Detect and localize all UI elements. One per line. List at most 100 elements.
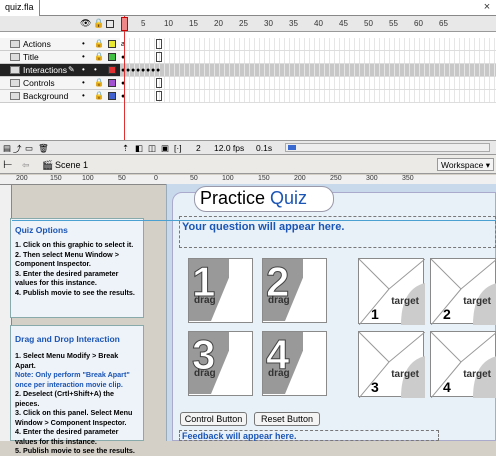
layer-color-swatch[interactable]: [108, 66, 116, 74]
quiz-title: Practice Quiz: [200, 188, 307, 209]
edit-multiple-icon[interactable]: ▣: [161, 143, 169, 154]
end-frame[interactable]: [156, 78, 162, 88]
layer-interactions[interactable]: Interactions ✎ • •: [0, 64, 120, 77]
close-icon[interactable]: ×: [481, 1, 493, 13]
ruler-label: 50: [190, 175, 198, 182]
keyframe[interactable]: ●: [131, 67, 135, 74]
timeline-toggle-icon[interactable]: ⊢: [3, 158, 13, 171]
ruler-tick: 65: [439, 19, 448, 28]
layer-frames[interactable]: a: [120, 38, 496, 51]
layer-title[interactable]: Title • 🔒: [0, 51, 120, 64]
drag-item-2[interactable]: 2 drag: [262, 258, 327, 323]
onion-outline-icon[interactable]: ◫: [148, 143, 156, 154]
control-button[interactable]: Control Button: [180, 412, 247, 426]
frame-rate[interactable]: 12.0 fps: [214, 143, 244, 153]
target-shape-icon: [359, 332, 425, 398]
ruler-label: 300: [366, 175, 378, 182]
target-number: 2: [443, 306, 451, 322]
end-frame[interactable]: [156, 52, 162, 62]
back-arrow-icon[interactable]: ⇦: [22, 160, 30, 171]
ruler-tick: 5: [141, 19, 146, 28]
drag-item-3[interactable]: 3 drag: [188, 331, 253, 396]
edit-bar: ⊢ ⇦ 🎬 Scene 1 Workspace ▾: [0, 154, 496, 174]
keyframe[interactable]: ●: [156, 67, 160, 74]
lock-dot[interactable]: •: [94, 65, 97, 74]
feedback-text: Feedback will appear here.: [182, 431, 297, 441]
layer-frames[interactable]: ● ● ● ● ● ● ● ●: [120, 64, 496, 77]
delete-layer-icon[interactable]: 🗑: [38, 143, 49, 154]
target-1[interactable]: target 1: [358, 258, 425, 325]
playhead-handle[interactable]: [121, 17, 128, 31]
layer-background[interactable]: Background • 🔒: [0, 90, 120, 103]
visibility-dot[interactable]: •: [82, 39, 85, 48]
keyframe[interactable]: ●: [141, 67, 145, 74]
panel-title: Drag and Drop Interaction: [15, 334, 120, 344]
target-3[interactable]: target 3: [358, 331, 425, 398]
ruler-tick: 40: [314, 19, 323, 28]
lock-icon[interactable]: 🔒: [94, 91, 104, 100]
eye-icon[interactable]: 👁: [80, 19, 91, 28]
insert-folder-icon[interactable]: ▭: [25, 143, 33, 154]
target-number: 1: [371, 306, 379, 322]
reset-button[interactable]: Reset Button: [254, 412, 320, 426]
ruler-tick: 60: [414, 19, 423, 28]
visibility-dot[interactable]: •: [82, 65, 85, 74]
quiz-options-panel[interactable]: Quiz Options 1. Click on this graphic to…: [10, 218, 144, 318]
timeline-header: 👁 🔒 1 5 10 15 20 25 30 35 40 45 50 55 60…: [0, 16, 496, 32]
lock-icon[interactable]: 🔒: [93, 19, 104, 28]
scene-name[interactable]: Scene 1: [55, 160, 88, 170]
lock-icon[interactable]: 🔒: [94, 78, 104, 87]
drag-item-4[interactable]: 4 drag: [262, 331, 327, 396]
title-text-highlight: Quiz: [270, 188, 308, 208]
visibility-dot[interactable]: •: [82, 52, 85, 61]
layer-actions[interactable]: Actions • 🔒: [0, 38, 120, 51]
keyframe[interactable]: ●: [126, 67, 130, 74]
target-2[interactable]: target 2: [430, 258, 496, 325]
keyframe[interactable]: ●: [146, 67, 150, 74]
layer-name: Actions: [23, 39, 51, 49]
ruler-label: 150: [258, 175, 270, 182]
center-frame-icon[interactable]: ⇡: [122, 143, 129, 154]
keyframe[interactable]: ●: [136, 67, 140, 74]
document-tab[interactable]: quiz.fla: [0, 0, 40, 16]
ruler-tick: 30: [264, 19, 273, 28]
end-frame[interactable]: [156, 39, 162, 49]
visibility-dot[interactable]: •: [82, 78, 85, 87]
target-4[interactable]: target 4: [430, 331, 496, 398]
layer-frames[interactable]: ●: [120, 90, 496, 103]
scroll-left-arrow[interactable]: [288, 145, 296, 150]
question-field[interactable]: Your question will appear here.: [179, 216, 496, 248]
layer-frames[interactable]: ●: [120, 77, 496, 90]
title-text: Practice: [200, 188, 271, 208]
layer-controls[interactable]: Controls • 🔒: [0, 77, 120, 90]
lock-icon[interactable]: 🔒: [94, 52, 104, 61]
layer-color-swatch[interactable]: [108, 79, 116, 87]
onion-skin-icon[interactable]: ◧: [135, 143, 143, 154]
ruler-label: 50: [118, 175, 126, 182]
layer-frames[interactable]: ●: [120, 51, 496, 64]
layer-color-swatch[interactable]: [108, 40, 116, 48]
ruler-tick: 10: [164, 19, 173, 28]
dnd-instructions-panel[interactable]: Drag and Drop Interaction 1. Select Menu…: [10, 325, 144, 455]
onion-markers-icon[interactable]: [·]: [174, 143, 182, 153]
insert-layer-icon[interactable]: ▤: [3, 143, 11, 154]
instruction-list: 1. Select Menu Modify > Break Apart. Not…: [15, 351, 139, 456]
drag-item-1[interactable]: 1 drag: [188, 258, 253, 323]
keyframe[interactable]: ●: [151, 67, 155, 74]
document-tab-bar: quiz.fla ×: [0, 0, 496, 16]
layer-name: Controls: [23, 78, 55, 88]
outline-icon[interactable]: [106, 20, 114, 28]
layer-name: Background: [23, 91, 69, 101]
ruler-tick: 35: [289, 19, 298, 28]
feedback-field[interactable]: Feedback will appear here.: [179, 430, 439, 441]
lock-icon[interactable]: 🔒: [94, 39, 104, 48]
ruler-label: 0: [154, 175, 158, 182]
workspace-dropdown[interactable]: Workspace ▾: [437, 158, 494, 171]
visibility-dot[interactable]: •: [82, 91, 85, 100]
layer-color-swatch[interactable]: [108, 53, 116, 61]
layer-color-swatch[interactable]: [108, 92, 116, 100]
end-frame[interactable]: [156, 91, 162, 101]
target-shape-icon: [359, 259, 425, 325]
timeline-scrollbar[interactable]: [285, 143, 490, 152]
target-label: target: [463, 369, 491, 380]
